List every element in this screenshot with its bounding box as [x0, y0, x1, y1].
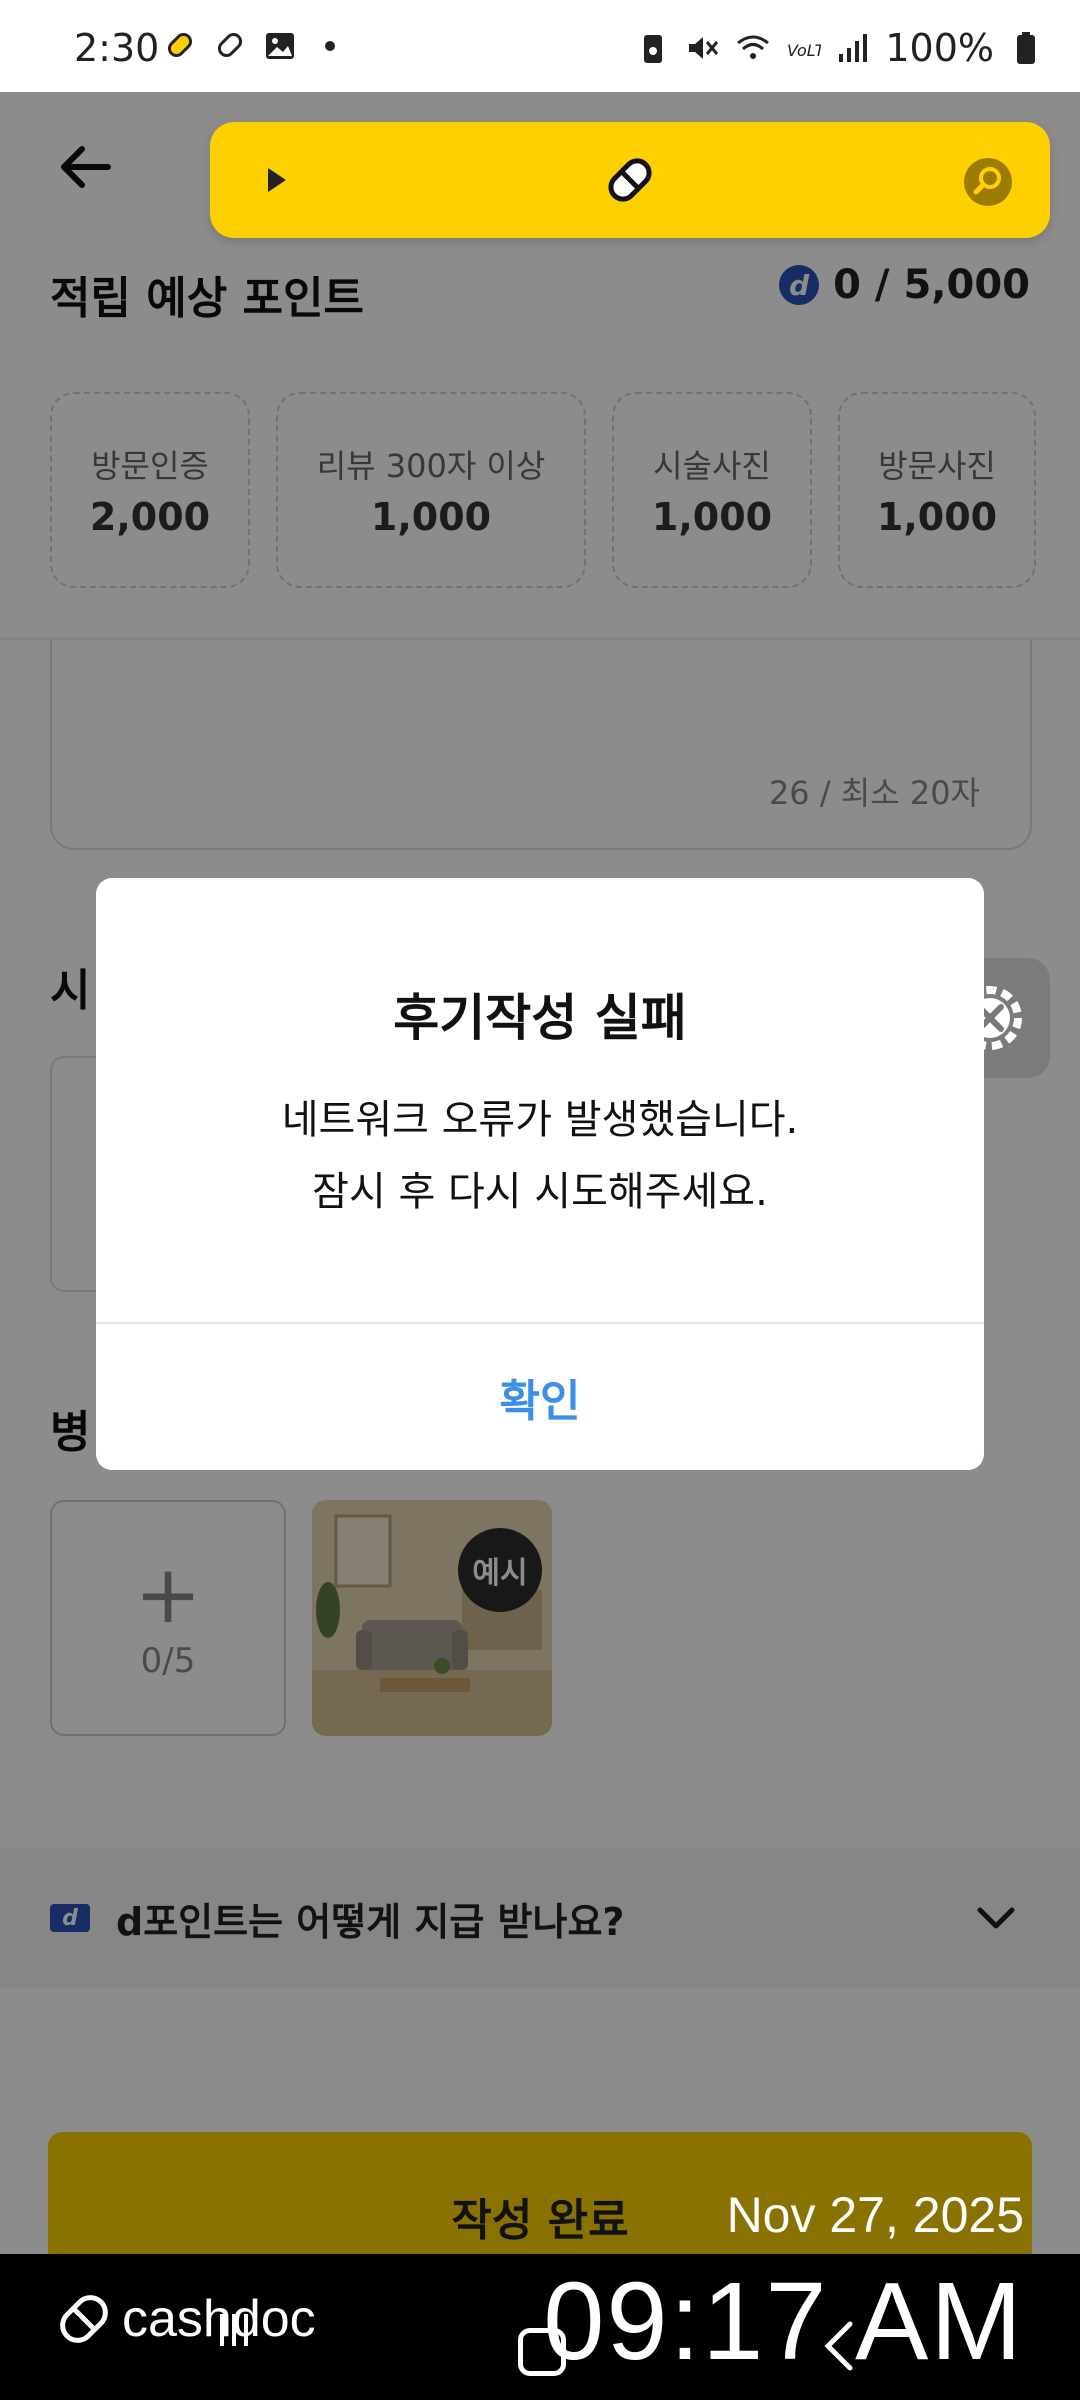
pill-outline-notification-icon: [217, 32, 243, 58]
image-notification-icon: [266, 33, 294, 59]
confirm-button[interactable]: 확인: [96, 1324, 984, 1470]
dialog-message-line: 네트워크 오류가 발생했습니다.: [281, 1097, 799, 1143]
search-icon[interactable]: [962, 156, 1014, 208]
battery-percent: 100%: [885, 26, 994, 70]
watermark-date: Nov 27, 2025: [726, 2187, 1024, 2243]
status-bar: 2:30 VoLTE 100%: [0, 0, 1080, 92]
status-time: 2:30: [74, 26, 160, 70]
system-icons: VoLTE 100%: [635, 26, 1044, 70]
dialog-message: 네트워크 오류가 발생했습니다. 잠시 후 다시 시도해주세요.: [96, 1084, 984, 1228]
battery-saver-icon: [644, 35, 663, 63]
error-dialog: 후기작성 실패 네트워크 오류가 발생했습니다. 잠시 후 다시 시도해주세요.…: [96, 878, 984, 1470]
battery-icon: [1017, 32, 1035, 64]
cashdoc-logo: cashdoc: [54, 2284, 316, 2354]
play-icon[interactable]: [258, 162, 294, 198]
pill-icon[interactable]: [598, 148, 662, 212]
system-navigation-bar: cashdoc 09:17 AM: [0, 2254, 1080, 2400]
wifi-icon: [737, 35, 770, 59]
dot-icon: [325, 41, 335, 51]
floating-toolbar[interactable]: [210, 122, 1050, 238]
pill-notification-icon: [167, 32, 193, 58]
volte-icon: VoLTE: [787, 41, 821, 60]
svg-text:VoLTE: VoLTE: [787, 41, 821, 60]
notification-icons: [162, 28, 348, 64]
signal-icon: [839, 34, 868, 62]
mute-icon: [689, 37, 719, 59]
cashdoc-pill-logo-icon: [60, 2295, 108, 2343]
dialog-message-line: 잠시 후 다시 시도해주세요.: [312, 1169, 768, 1215]
dialog-title: 후기작성 실패: [393, 989, 687, 1047]
watermark-time: 09:17 AM: [543, 2260, 1024, 2383]
recents-icon[interactable]: [216, 2310, 252, 2350]
